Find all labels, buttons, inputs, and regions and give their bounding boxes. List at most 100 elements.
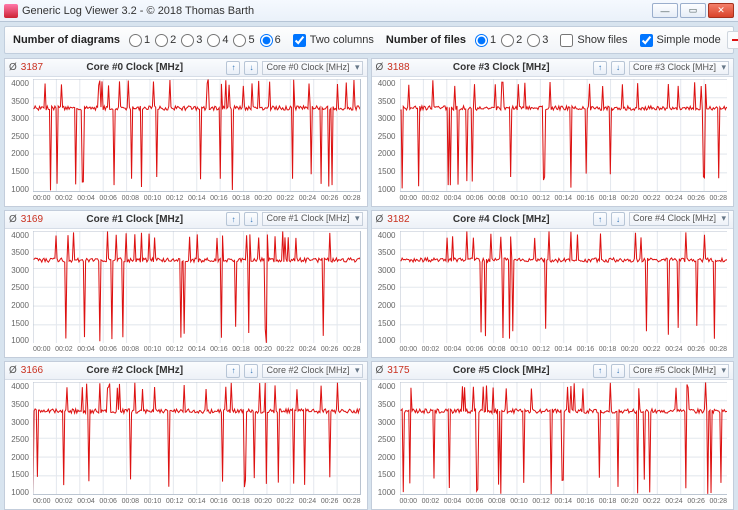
- chart-plot: [400, 382, 728, 495]
- panel-down-button[interactable]: ↓: [244, 364, 258, 378]
- panel-down-button[interactable]: ↓: [611, 364, 625, 378]
- x-tick: 00:10: [510, 498, 528, 509]
- chart-panel-0: Ø3187Core #0 Clock [MHz]↑↓Core #0 Clock …: [4, 58, 368, 207]
- show-files-checkbox[interactable]: Show files: [554, 34, 627, 47]
- x-tick: 00:06: [466, 498, 484, 509]
- panel-down-button[interactable]: ↓: [244, 212, 258, 226]
- diagrams-radio-4[interactable]: 4: [204, 34, 228, 47]
- series-select[interactable]: Core #1 Clock [MHz]: [262, 212, 362, 226]
- avg-value: 3169: [21, 214, 43, 225]
- x-tick: 00:12: [166, 195, 184, 206]
- panel-title: Core #3 Clock [MHz]: [414, 62, 589, 73]
- panel-up-button[interactable]: ↑: [226, 364, 240, 378]
- x-tick: 00:14: [188, 195, 206, 206]
- close-button[interactable]: ✕: [708, 3, 734, 18]
- x-tick: 00:02: [55, 498, 73, 509]
- y-tick: 3000: [5, 114, 29, 123]
- y-tick: 3000: [5, 418, 29, 427]
- avg-symbol: Ø: [9, 365, 17, 376]
- y-tick: 2500: [372, 132, 396, 141]
- diagrams-radio-5[interactable]: 5: [230, 34, 254, 47]
- diagrams-radio-group: 123456: [126, 34, 281, 47]
- maximize-button[interactable]: ▭: [680, 3, 706, 18]
- x-tick: 00:22: [277, 195, 295, 206]
- files-label: Number of files: [386, 34, 466, 46]
- panel-title: Core #5 Clock [MHz]: [414, 365, 589, 376]
- files-radio-2[interactable]: 2: [498, 34, 522, 47]
- panel-up-button[interactable]: ↑: [226, 212, 240, 226]
- series-select[interactable]: Core #5 Clock [MHz]: [629, 364, 729, 378]
- series-select[interactable]: Core #3 Clock [MHz]: [629, 61, 729, 75]
- y-tick: 4000: [372, 79, 396, 88]
- x-tick: 00:10: [144, 346, 162, 357]
- y-tick: 1000: [372, 185, 396, 194]
- y-tick: 2500: [5, 132, 29, 141]
- x-tick: 00:08: [488, 346, 506, 357]
- x-tick: 00:18: [599, 195, 617, 206]
- panel-down-button[interactable]: ↓: [244, 61, 258, 75]
- y-tick: 1000: [5, 488, 29, 497]
- y-tick: 1000: [5, 185, 29, 194]
- window-title: Generic Log Viewer 3.2 - © 2018 Thomas B…: [22, 5, 652, 17]
- y-tick: 2000: [372, 301, 396, 310]
- diagrams-radio-6[interactable]: 6: [257, 34, 281, 47]
- y-tick: 3000: [372, 266, 396, 275]
- two-columns-checkbox[interactable]: Two columns: [287, 34, 374, 47]
- chart-panel-3: Ø3182Core #4 Clock [MHz]↑↓Core #4 Clock …: [371, 210, 735, 359]
- chart-panel-2: Ø3169Core #1 Clock [MHz]↑↓Core #1 Clock …: [4, 210, 368, 359]
- x-tick: 00:06: [99, 498, 117, 509]
- x-tick: 00:06: [466, 195, 484, 206]
- y-tick: 1500: [372, 470, 396, 479]
- y-tick: 2500: [372, 283, 396, 292]
- series-select[interactable]: Core #2 Clock [MHz]: [262, 364, 362, 378]
- series-select[interactable]: Core #4 Clock [MHz]: [629, 212, 729, 226]
- avg-value: 3175: [387, 365, 409, 376]
- x-tick: 00:20: [254, 498, 272, 509]
- x-tick: 00:24: [299, 195, 317, 206]
- x-tick: 00:14: [554, 346, 572, 357]
- panel-up-button[interactable]: ↑: [593, 364, 607, 378]
- diagrams-radio-2[interactable]: 2: [152, 34, 176, 47]
- x-tick: 00:06: [99, 346, 117, 357]
- x-tick: 00:10: [144, 498, 162, 509]
- y-tick: 3500: [372, 400, 396, 409]
- avg-symbol: Ø: [376, 365, 384, 376]
- panel-down-button[interactable]: ↓: [611, 212, 625, 226]
- chart-panel-1: Ø3188Core #3 Clock [MHz]↑↓Core #3 Clock …: [371, 58, 735, 207]
- files-radio-3[interactable]: 3: [524, 34, 548, 47]
- x-tick: 00:16: [210, 498, 228, 509]
- files-radio-1[interactable]: 1: [472, 34, 496, 47]
- x-tick: 00:00: [400, 195, 418, 206]
- x-tick: 00:14: [188, 498, 206, 509]
- simple-mode-checkbox[interactable]: Simple mode: [634, 34, 721, 47]
- x-tick: 00:12: [532, 346, 550, 357]
- x-tick: 00:22: [277, 498, 295, 509]
- panel-down-button[interactable]: ↓: [611, 61, 625, 75]
- y-tick: 3500: [5, 248, 29, 257]
- diagrams-radio-1[interactable]: 1: [126, 34, 150, 47]
- y-tick: 1000: [5, 336, 29, 345]
- x-tick: 00:28: [343, 195, 361, 206]
- app-icon: [4, 4, 18, 18]
- avg-value: 3187: [21, 62, 43, 73]
- x-tick: 00:20: [621, 498, 639, 509]
- diagrams-radio-3[interactable]: 3: [178, 34, 202, 47]
- avg-symbol: Ø: [9, 62, 17, 73]
- y-tick: 1500: [372, 167, 396, 176]
- x-tick: 00:24: [665, 346, 683, 357]
- x-tick: 00:08: [122, 346, 140, 357]
- panel-up-button[interactable]: ↑: [593, 212, 607, 226]
- x-tick: 00:08: [122, 498, 140, 509]
- x-tick: 00:18: [599, 346, 617, 357]
- files-radio-group: 123: [472, 34, 548, 47]
- x-tick: 00:00: [33, 346, 51, 357]
- panel-up-button[interactable]: ↑: [226, 61, 240, 75]
- x-tick: 00:06: [466, 346, 484, 357]
- x-tick: 00:14: [554, 195, 572, 206]
- y-tick: 2500: [372, 435, 396, 444]
- minimize-button[interactable]: —: [652, 3, 678, 18]
- panel-up-button[interactable]: ↑: [593, 61, 607, 75]
- series-select[interactable]: Core #0 Clock [MHz]: [262, 61, 362, 75]
- y-tick: 4000: [5, 382, 29, 391]
- x-tick: 00:02: [55, 195, 73, 206]
